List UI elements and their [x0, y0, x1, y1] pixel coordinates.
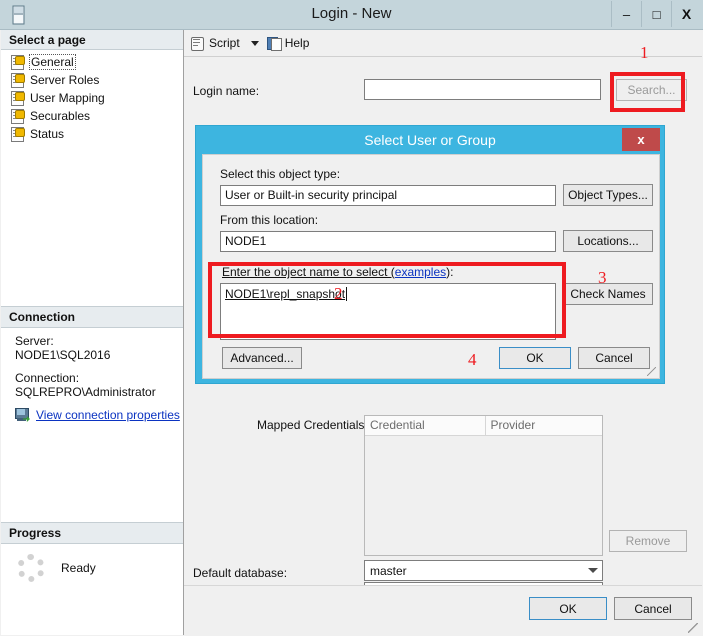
- sidebar-item-label: Securables: [30, 109, 91, 123]
- script-icon: [190, 36, 205, 51]
- sidebar-item-user-mapping[interactable]: User Mapping: [7, 89, 183, 107]
- modal-ok-button[interactable]: OK: [499, 347, 571, 369]
- object-name-label-pre: Enter the object name to select (: [222, 265, 395, 279]
- mapped-credentials-header-row: Credential Provider: [365, 416, 602, 436]
- window-title: Login - New: [311, 5, 392, 22]
- help-button[interactable]: Help: [266, 36, 310, 51]
- script-chevron-down-icon[interactable]: [250, 40, 259, 46]
- credential-column-header: Credential: [365, 416, 486, 435]
- window-buttons: – □ X: [611, 1, 701, 27]
- page-icon: [11, 55, 25, 70]
- select-user-or-group-dialog: Select User or Group x Select this objec…: [195, 125, 665, 384]
- mapped-credentials-grid[interactable]: Credential Provider: [364, 415, 603, 556]
- connection-value: SQLREPRO\Administrator: [15, 385, 156, 399]
- server-value: NODE1\SQL2016: [15, 348, 111, 362]
- view-connection-properties-link[interactable]: View connection properties: [36, 408, 180, 422]
- object-name-label: Enter the object name to select (example…: [222, 265, 453, 279]
- sidebar-item-label: Server Roles: [30, 73, 100, 87]
- page-icon: [11, 91, 25, 106]
- object-name-label-post: ):: [446, 265, 454, 279]
- default-database-label: Default database:: [193, 566, 288, 580]
- select-a-page-pane: Select a page General Server Roles User …: [1, 30, 184, 635]
- server-label: Server:: [15, 334, 54, 348]
- progress-section: Progress Ready: [1, 522, 183, 582]
- maximize-button[interactable]: □: [641, 1, 671, 27]
- location-label: From this location:: [220, 213, 319, 227]
- login-name-input[interactable]: [364, 79, 601, 100]
- close-button[interactable]: X: [671, 1, 701, 27]
- provider-column-header: Provider: [490, 418, 536, 432]
- modal-titlebar: Select User or Group x: [196, 126, 664, 154]
- modal-cancel-button[interactable]: Cancel: [578, 347, 650, 369]
- sidebar-item-label: Status: [30, 127, 65, 141]
- connection-section: Connection Server: NODE1\SQL2016 Connect…: [1, 306, 183, 426]
- object-type-label: Select this object type:: [220, 167, 341, 181]
- spinner-icon: [17, 554, 45, 582]
- window-titlebar: Login - New – □ X: [0, 0, 703, 30]
- object-name-input[interactable]: NODE1\repl_snapshot: [220, 283, 556, 340]
- ok-button[interactable]: OK: [529, 597, 607, 620]
- sidebar-item-general[interactable]: General: [7, 53, 183, 71]
- modal-title: Select User or Group: [364, 132, 496, 148]
- default-database-value: master: [370, 563, 407, 578]
- progress-body: Ready: [1, 544, 183, 582]
- default-database-select[interactable]: master: [364, 560, 603, 581]
- object-types-button[interactable]: Object Types...: [563, 184, 653, 206]
- cancel-button[interactable]: Cancel: [614, 597, 692, 620]
- remove-button[interactable]: Remove: [609, 530, 687, 552]
- script-button[interactable]: Script: [190, 36, 240, 51]
- select-a-page-header: Select a page: [1, 30, 183, 50]
- dialog-toolbar: Script Help: [184, 30, 702, 57]
- progress-status: Ready: [61, 561, 96, 575]
- connection-body: Server: NODE1\SQL2016 Connection: SQLREP…: [1, 328, 183, 426]
- modal-close-button[interactable]: x: [622, 128, 660, 151]
- modal-resize-grip[interactable]: [647, 367, 656, 376]
- help-icon: [266, 36, 282, 51]
- sidebar-item-securables[interactable]: Securables: [7, 107, 183, 125]
- login-new-window: Login - New – □ X Select a page General: [0, 0, 703, 636]
- sidebar-item-label: User Mapping: [30, 91, 105, 105]
- resize-grip[interactable]: [688, 623, 698, 633]
- page-icon: [11, 73, 25, 88]
- connection-properties-icon: [15, 408, 30, 422]
- page-list: General Server Roles User Mapping Secura…: [1, 50, 183, 143]
- mapped-credentials-label: Mapped Credentials: [257, 418, 365, 432]
- page-icon: [11, 127, 25, 142]
- advanced-button[interactable]: Advanced...: [222, 347, 302, 369]
- examples-link[interactable]: examples: [395, 265, 446, 279]
- modal-body: Select this object type: User or Built-i…: [202, 154, 660, 379]
- object-name-value: NODE1\repl_snapshot: [225, 287, 348, 301]
- sidebar-item-label: General: [29, 54, 76, 70]
- locations-button[interactable]: Locations...: [563, 230, 653, 252]
- minimize-button[interactable]: –: [611, 1, 641, 27]
- page-icon: [11, 109, 25, 124]
- login-name-label: Login name:: [193, 84, 260, 98]
- connection-header: Connection: [1, 306, 183, 328]
- script-label: Script: [209, 36, 240, 50]
- view-connection-properties-row[interactable]: View connection properties: [15, 408, 183, 422]
- location-value[interactable]: NODE1: [220, 231, 556, 252]
- sidebar-item-status[interactable]: Status: [7, 125, 183, 143]
- object-type-value[interactable]: User or Built-in security principal: [220, 185, 556, 206]
- dialog-footer: OK Cancel: [184, 585, 702, 636]
- search-button[interactable]: Search...: [616, 79, 687, 101]
- sidebar-item-server-roles[interactable]: Server Roles: [7, 71, 183, 89]
- help-label: Help: [284, 36, 310, 50]
- chevron-down-icon: [588, 568, 598, 573]
- check-names-button[interactable]: Check Names: [563, 283, 653, 305]
- login-name-row: Login name:: [193, 84, 259, 98]
- progress-header: Progress: [1, 522, 183, 544]
- connection-label: Connection:: [15, 371, 80, 385]
